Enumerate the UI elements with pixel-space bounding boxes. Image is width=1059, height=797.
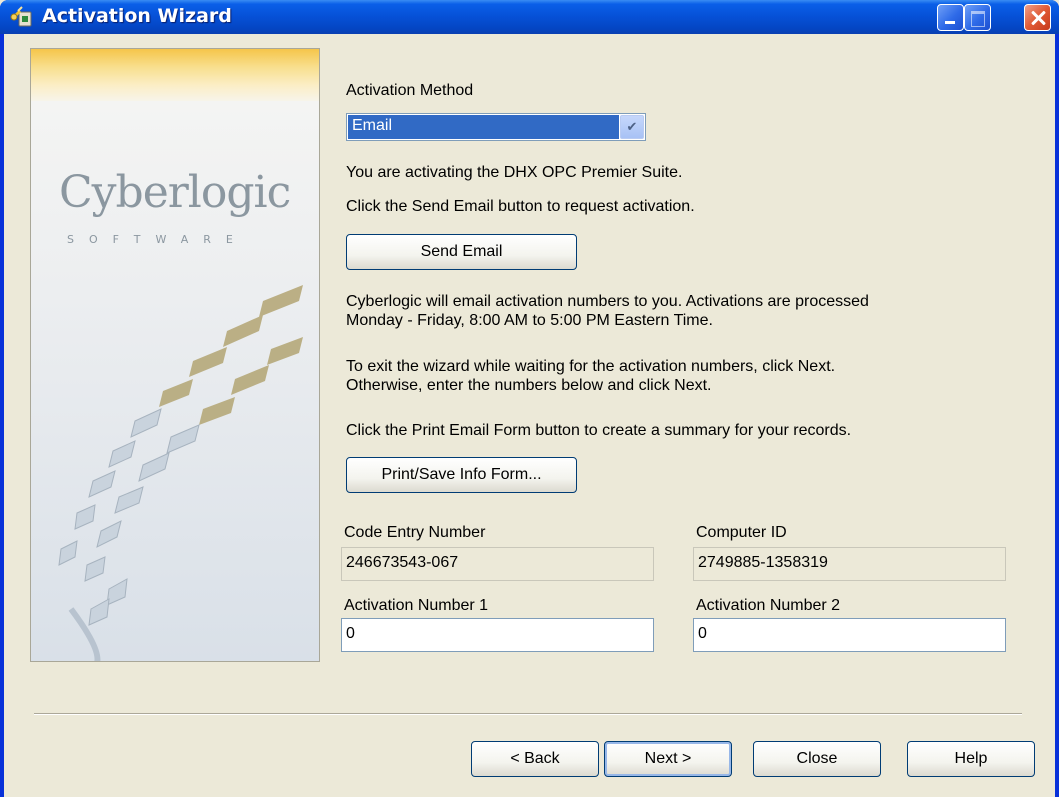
wizard-key-icon [10, 6, 32, 27]
activation-method-value: Email [348, 115, 619, 139]
code-entry-number-field: 246673543-067 [341, 547, 654, 581]
title-bar[interactable]: Activation Wizard [0, 0, 1059, 34]
checkmark-tiles-graphic [58, 285, 303, 661]
window-title: Activation Wizard [42, 5, 232, 27]
cyberlogic-brand-panel: Cyberlogic SOFTWARE [30, 48, 320, 662]
computer-id-label: Computer ID [696, 524, 787, 541]
chevron-down-icon[interactable]: ✔ [620, 115, 644, 139]
close-button[interactable]: Close [753, 741, 881, 777]
send-email-instruction: Click the Send Email button to request a… [346, 198, 695, 215]
activation-number-1-label: Activation Number 1 [344, 597, 489, 614]
computer-id-field: 2749885-1358319 [693, 547, 1006, 581]
code-entry-number-label: Code Entry Number [344, 524, 486, 541]
exit-info-line-1: To exit the wizard while waiting for the… [346, 358, 836, 375]
back-button[interactable]: < Back [471, 741, 599, 777]
activation-number-2-label: Activation Number 2 [696, 597, 841, 614]
minimize-button[interactable] [937, 4, 964, 31]
help-button[interactable]: Help [907, 741, 1035, 777]
activation-method-label: Activation Method [346, 82, 474, 99]
activation-number-1-input[interactable]: 0 [341, 618, 654, 652]
processing-info-line-1: Cyberlogic will email activation numbers… [346, 293, 869, 310]
activation-wizard-window: Activation Wizard Cyberlogic SOFTWARE Ac… [0, 0, 1059, 797]
activation-method-select[interactable]: Email ✔ [346, 113, 646, 141]
close-window-button[interactable] [1024, 4, 1051, 31]
next-button[interactable]: Next > [604, 741, 732, 777]
exit-info-line-2: Otherwise, enter the numbers below and c… [346, 377, 712, 394]
processing-info-line-2: Monday - Friday, 8:00 AM to 5:00 PM East… [346, 312, 713, 329]
activation-number-2-input[interactable]: 0 [693, 618, 1006, 652]
print-save-info-form-button[interactable]: Print/Save Info Form... [346, 457, 577, 493]
maximize-button [964, 4, 991, 31]
footer-divider [34, 713, 1022, 715]
send-email-button[interactable]: Send Email [346, 234, 577, 270]
print-form-instruction: Click the Print Email Form button to cre… [346, 422, 852, 439]
product-info-text: You are activating the DHX OPC Premier S… [346, 164, 683, 181]
